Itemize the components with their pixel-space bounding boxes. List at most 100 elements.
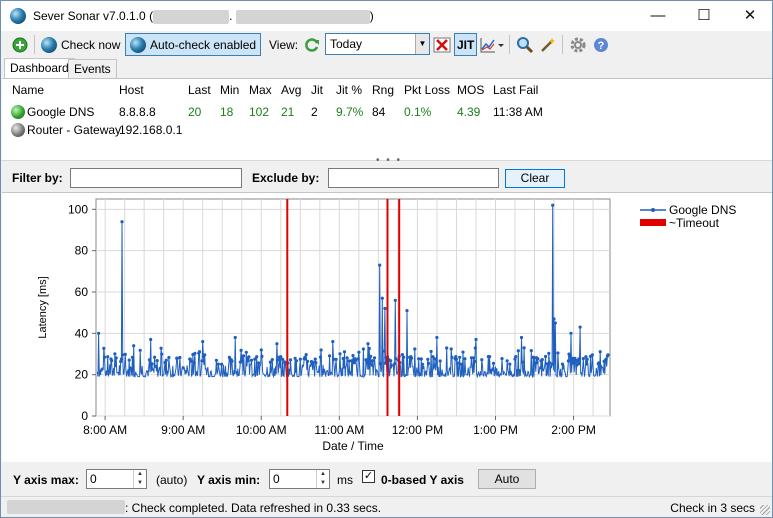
- data-point: [298, 357, 302, 361]
- data-point: [405, 309, 409, 313]
- jit-value: 2: [311, 105, 318, 119]
- column-header[interactable]: MOS: [457, 83, 484, 97]
- data-point: [568, 354, 572, 358]
- data-point: [242, 354, 246, 358]
- y-tick-label: 40: [75, 326, 89, 340]
- last-value: 20: [188, 105, 202, 119]
- filter-input[interactable]: [70, 168, 242, 188]
- data-point: [378, 263, 382, 267]
- auto-button[interactable]: Auto: [478, 469, 536, 489]
- column-header[interactable]: Max: [249, 83, 272, 97]
- help-button[interactable]: ?: [592, 33, 610, 56]
- x-tick-label: 12:00 PM: [392, 423, 443, 437]
- redacted-block: [153, 9, 230, 24]
- zero-based-checkbox[interactable]: ✓: [362, 470, 375, 483]
- data-point: [550, 362, 554, 366]
- data-point: [305, 359, 310, 363]
- table-row[interactable]: Google DNS 8.8.8.8 20 18 102 21 2 9.7% 8…: [2, 105, 772, 123]
- data-point: [585, 362, 589, 366]
- maximize-button[interactable]: ☐: [681, 1, 727, 31]
- clear-timeouts-button[interactable]: [433, 33, 451, 56]
- spinner-arrows-icon[interactable]: ▲ ▼: [316, 470, 329, 488]
- tab-events[interactable]: Events: [68, 59, 117, 78]
- packet-loss-value: 0.1%: [404, 105, 432, 119]
- refresh-button[interactable]: [303, 33, 321, 56]
- clear-button[interactable]: Clear: [505, 169, 565, 188]
- data-point: [508, 362, 512, 366]
- table-row[interactable]: Router - Gateway 192.168.0.1: [2, 123, 772, 141]
- data-point: [547, 351, 551, 355]
- column-header[interactable]: Jit: [311, 83, 323, 97]
- data-point: [369, 354, 373, 358]
- auto-check-toggle[interactable]: Auto-check enabled: [125, 33, 262, 56]
- jit-toggle[interactable]: JIT: [454, 33, 478, 56]
- data-point: [597, 361, 601, 365]
- data-point: [421, 362, 425, 366]
- column-header[interactable]: Pkt Loss: [404, 83, 450, 97]
- column-header[interactable]: Min: [220, 83, 239, 97]
- tab-dashboard[interactable]: Dashboard: [4, 58, 75, 78]
- column-header[interactable]: Last Fail: [493, 83, 538, 97]
- data-point: [556, 351, 560, 355]
- gear-icon: [570, 37, 586, 52]
- column-header[interactable]: Name: [12, 83, 44, 97]
- mos-value: 4.39: [457, 105, 481, 119]
- window-title-text: Sever Sonar v7.0.1.0 (: [33, 9, 154, 23]
- status-message: : Check completed. Data refreshed in 0.3…: [125, 501, 382, 515]
- column-header[interactable]: Avg: [281, 83, 301, 97]
- magic-wand-button[interactable]: [539, 33, 557, 56]
- view-select[interactable]: Today ▼: [325, 33, 430, 55]
- legend-swatch-timeout: [640, 219, 666, 226]
- data-point: [505, 359, 509, 363]
- panel-splitter[interactable]: • • •: [1, 155, 772, 166]
- spinner-arrows-icon[interactable]: ▲ ▼: [133, 470, 146, 488]
- column-header[interactable]: Rng: [372, 83, 394, 97]
- data-point: [127, 358, 131, 362]
- data-point: [438, 359, 442, 363]
- y-axis-max-value: 0: [90, 472, 97, 486]
- resize-grip-icon[interactable]: [760, 505, 770, 515]
- data-point: [240, 359, 244, 363]
- title-end: ): [369, 9, 374, 23]
- data-point: [138, 348, 142, 352]
- refresh-icon: [305, 37, 319, 52]
- column-header[interactable]: Last: [188, 83, 211, 97]
- legend-marker: [651, 208, 655, 212]
- close-button[interactable]: ✕: [727, 1, 773, 31]
- add-button[interactable]: [12, 33, 28, 56]
- search-button[interactable]: [516, 33, 534, 56]
- data-point: [167, 355, 171, 360]
- exclude-input[interactable]: [328, 168, 499, 188]
- data-point: [578, 325, 582, 329]
- data-point: [590, 353, 595, 357]
- y-tick-label: 60: [75, 285, 89, 299]
- data-point: [433, 357, 437, 361]
- data-point: [220, 362, 224, 366]
- minimize-button[interactable]: —: [635, 1, 681, 31]
- data-point: [319, 348, 323, 352]
- magic-wand-icon: [541, 37, 555, 52]
- data-point: [367, 346, 371, 351]
- x-tick-label: 9:00 AM: [161, 423, 205, 437]
- jit-pct-value: 9.7%: [336, 105, 364, 119]
- column-header[interactable]: Host: [119, 83, 144, 97]
- data-point: [106, 355, 110, 359]
- data-point: [246, 359, 250, 363]
- data-point: [480, 358, 484, 362]
- data-point: [598, 350, 602, 354]
- column-header[interactable]: Jit %: [336, 83, 362, 97]
- data-point: [419, 357, 423, 361]
- y-axis-min-input[interactable]: 0 ▲ ▼: [269, 469, 330, 489]
- hosts-table: Name Host Last Min Max Avg Jit Jit % Rng…: [2, 78, 772, 160]
- settings-button[interactable]: [569, 33, 587, 56]
- data-point: [372, 356, 377, 360]
- latency-chart[interactable]: 0 20 40 60 80 100 8:00 AM 9:00 AM 10:00 AM 11:00 …: [2, 193, 772, 463]
- data-point: [119, 357, 123, 361]
- data-point: [260, 354, 264, 358]
- chart-icon: [480, 37, 504, 52]
- data-point: [413, 347, 417, 351]
- data-point: [200, 359, 204, 363]
- chart-options-button[interactable]: [479, 33, 505, 56]
- check-now-button[interactable]: Check now: [41, 33, 120, 56]
- y-axis-max-input[interactable]: 0 ▲ ▼: [86, 469, 147, 489]
